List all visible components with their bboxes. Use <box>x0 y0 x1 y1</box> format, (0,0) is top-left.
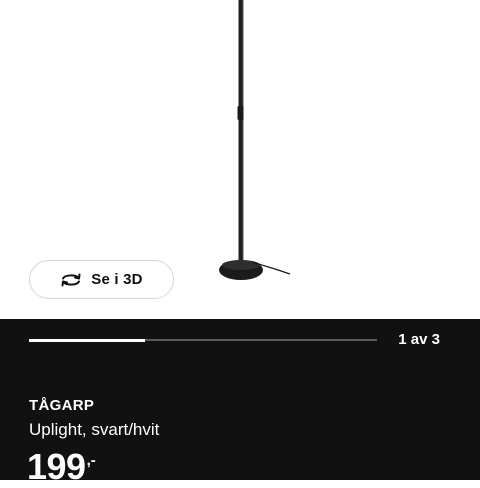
rotate-3d-icon <box>61 273 81 286</box>
product-description: Uplight, svart/hvit <box>29 420 160 439</box>
product-name[interactable]: TÅGARP <box>29 397 94 414</box>
product-image-gallery[interactable]: Se i 3D <box>0 0 480 319</box>
price-decimal: ,- <box>86 452 96 469</box>
image-progress-fill <box>29 338 145 342</box>
view-3d-button[interactable]: Se i 3D <box>29 260 174 299</box>
image-progress-bar <box>29 338 377 342</box>
image-counter: 1 av 3 <box>398 331 440 348</box>
product-info-panel: 1 av 3 TÅGARP Uplight, svart/hvit 199,- <box>0 319 480 487</box>
product-price: 199,- <box>27 446 96 488</box>
price-integer: 199 <box>27 446 86 487</box>
view-3d-label: Se i 3D <box>91 271 143 288</box>
